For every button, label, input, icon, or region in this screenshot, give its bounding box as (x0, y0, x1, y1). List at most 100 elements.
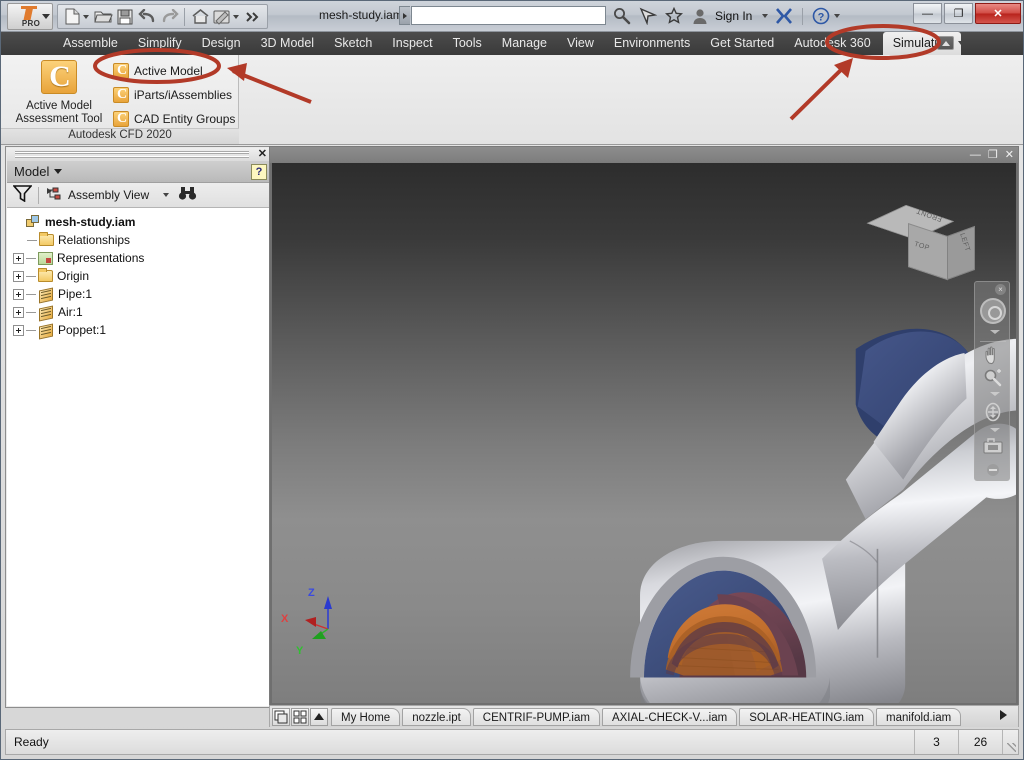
navbar-close-icon[interactable]: × (995, 284, 1006, 295)
tree-item-representations[interactable]: Representations (13, 249, 271, 267)
search-input[interactable] (411, 6, 606, 25)
tree-item-mesh-study[interactable]: mesh-study.iam (13, 213, 271, 231)
cfd-icon (113, 111, 130, 127)
ribbon-tab-view[interactable]: View (557, 32, 604, 55)
tree-item-relationships[interactable]: Relationships (13, 231, 271, 249)
tree-expander-plus-icon[interactable] (13, 270, 24, 282)
axis-triad (305, 596, 332, 639)
search-expand-arrow[interactable] (399, 6, 410, 25)
ribbon-tab-autodesk-360[interactable]: Autodesk 360 (784, 32, 880, 55)
undo-icon[interactable] (136, 6, 158, 27)
new-file-icon[interactable] (61, 6, 83, 27)
close-icon[interactable]: ✕ (258, 148, 267, 161)
sign-in-label[interactable]: Sign In (715, 9, 752, 23)
panel-title: Autodesk CFD 2020 (1, 128, 239, 144)
ribbon-tab-environments[interactable]: Environments (604, 32, 700, 55)
ribbon-tab-3d-model[interactable]: 3D Model (251, 32, 325, 55)
grid-windows-icon[interactable] (291, 707, 309, 726)
browser-drag-grip[interactable]: ✕ (7, 148, 271, 161)
chevron-down-icon[interactable] (42, 14, 50, 19)
document-tab-solar-heating[interactable]: SOLAR-HEATING.iam (739, 707, 874, 726)
search-icon[interactable] (609, 6, 635, 27)
share-icon[interactable] (635, 6, 661, 27)
close-button[interactable]: ✕ (975, 3, 1021, 24)
orbit-icon[interactable] (975, 402, 1011, 426)
ribbon-panel-autodesk-cfd: Active Model Assessment Tool Active Mode… (1, 55, 239, 144)
ribbon-tab-manage[interactable]: Manage (492, 32, 557, 55)
navbar-collapse-icon[interactable] (987, 464, 999, 476)
ribbon-tab-simplify[interactable]: Simplify (128, 32, 192, 55)
assembly-view-label[interactable]: Assembly View (68, 188, 149, 202)
zoom-magnifier-icon[interactable] (975, 368, 1011, 391)
chevron-down-icon[interactable] (958, 41, 964, 45)
redo-icon[interactable] (158, 6, 180, 27)
document-minimize-button[interactable]: — (970, 148, 981, 162)
ribbon-tab-sketch[interactable]: Sketch (324, 32, 382, 55)
document-restore-button[interactable]: ❐ (988, 148, 998, 162)
tree-item-poppet[interactable]: Poppet:1 (13, 321, 271, 339)
pan-hand-icon[interactable] (975, 346, 1011, 369)
assembly-view-icon (45, 186, 62, 205)
chevron-up-icon[interactable] (310, 707, 328, 726)
chevron-down-icon[interactable] (163, 193, 170, 197)
inventor-app-button[interactable]: PRO (7, 3, 53, 30)
person-icon[interactable] (687, 6, 713, 27)
chevron-down-icon[interactable] (834, 14, 841, 18)
home-icon[interactable] (189, 6, 211, 27)
document-tab-centrif-pump[interactable]: CENTRIF-PUMP.iam (472, 707, 600, 726)
save-icon[interactable] (114, 6, 136, 27)
tree-expander-plus-icon[interactable] (13, 324, 24, 336)
view-cube[interactable]: FRONT TOP LEFT (866, 205, 975, 281)
help-icon[interactable]: ? (808, 6, 834, 27)
maximize-button[interactable]: ❐ (944, 3, 973, 24)
part-icon (38, 306, 54, 319)
chevron-down-icon[interactable] (762, 14, 769, 18)
document-tab-manifold[interactable]: manifold.iam (876, 707, 962, 726)
resize-grip[interactable] (1002, 730, 1018, 754)
tree-expander-plus-icon[interactable] (13, 288, 24, 300)
ribbon-tab-inspect[interactable]: Inspect (382, 32, 442, 55)
binoculars-icon[interactable] (178, 186, 197, 204)
star-icon[interactable] (661, 6, 687, 27)
ribbon-tab-tools[interactable]: Tools (443, 32, 492, 55)
document-tab-my-home[interactable]: My Home (331, 707, 401, 726)
chevron-down-icon[interactable] (54, 169, 63, 174)
chevron-down-icon[interactable] (990, 330, 1000, 334)
ribbon-collapse-icon[interactable] (937, 36, 954, 50)
command-cad-entity-groups-label: CAD Entity Groups (134, 112, 236, 126)
document-close-button[interactable]: ✕ (1005, 148, 1014, 162)
look-camera-icon[interactable] (975, 437, 1011, 459)
steering-wheel-icon[interactable] (980, 298, 1006, 324)
filter-icon[interactable] (12, 185, 33, 205)
document-tab-axial-check-valve[interactable]: AXIAL-CHECK-V...iam (601, 707, 738, 726)
ribbon-tab-get-started[interactable]: Get Started (700, 32, 784, 55)
active-model-assessment-tool-button[interactable]: Active Model Assessment Tool (13, 58, 105, 126)
tree-item-label: Poppet:1 (58, 323, 107, 337)
chevron-down-icon[interactable] (990, 392, 1000, 396)
autodesk-exchange-icon[interactable] (771, 6, 797, 27)
minimize-button[interactable]: — (913, 3, 942, 24)
3d-viewport[interactable]: FRONT TOP LEFT × Z X Y (272, 163, 1016, 703)
overflow-icon[interactable] (242, 6, 264, 27)
appearance-icon[interactable] (211, 6, 233, 27)
tree-item-air[interactable]: Air:1 (13, 303, 271, 321)
tile-windows-icon[interactable] (272, 707, 290, 726)
command-active-model[interactable]: Active Model (113, 59, 237, 83)
chevron-down-icon[interactable] (233, 14, 239, 19)
chevron-down-icon[interactable] (990, 428, 1000, 432)
search-field[interactable] (412, 7, 605, 24)
ribbon-tab-assemble[interactable]: Assemble (53, 32, 128, 55)
command-iparts-iassemblies[interactable]: iParts/iAssemblies (113, 83, 237, 107)
tree-expander-plus-icon[interactable] (13, 306, 24, 318)
tree-expander-plus-icon[interactable] (13, 252, 24, 264)
command-active-model-label: Active Model (134, 64, 203, 78)
help-icon[interactable]: ? (251, 164, 267, 180)
document-tab-nozzle[interactable]: nozzle.ipt (402, 707, 471, 726)
ribbon-tab-design[interactable]: Design (192, 32, 251, 55)
chevron-down-icon[interactable] (83, 14, 89, 19)
ribbon-minimize-control[interactable] (937, 36, 967, 50)
open-folder-icon[interactable] (92, 6, 114, 27)
tree-item-origin[interactable]: Origin (13, 267, 271, 285)
chevron-right-icon[interactable] (996, 708, 1010, 725)
tree-item-pipe[interactable]: Pipe:1 (13, 285, 271, 303)
